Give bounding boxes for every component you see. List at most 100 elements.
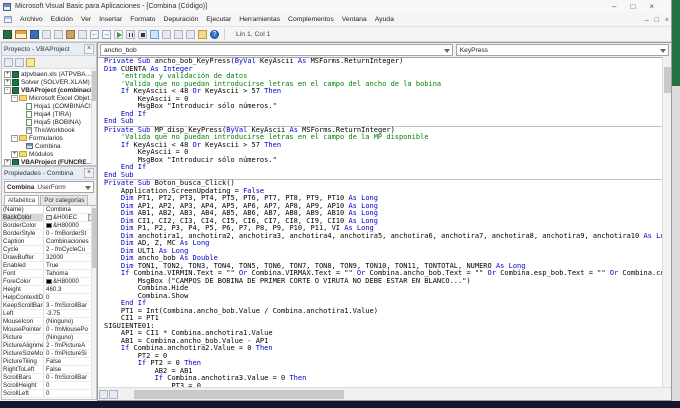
project-close-icon[interactable]: × [84, 44, 94, 54]
view-code-icon[interactable] [4, 57, 13, 67]
cut-icon[interactable] [42, 29, 51, 39]
object-selector-combo[interactable]: Combina UserForm [4, 181, 94, 193]
property-row[interactable]: ScrollBars 0 - fmScrollBar [2, 374, 96, 382]
property-value[interactable]: &H00EC▾ [44, 214, 96, 221]
expand-icon[interactable]: + [4, 70, 11, 78]
property-value[interactable]: 0 [44, 390, 96, 397]
insert-userform-icon[interactable] [15, 29, 27, 39]
tab-categorized[interactable]: Por categorías [40, 195, 89, 205]
horizontal-scroll-thumb[interactable] [134, 390, 344, 399]
collapse-icon[interactable]: - [11, 94, 18, 102]
property-value[interactable]: 2 - fmPictureA [44, 342, 96, 349]
property-value[interactable]: 0 - fmMousePo [44, 326, 96, 333]
object-combo[interactable]: ancho_bob [100, 44, 453, 56]
copy-icon[interactable] [54, 29, 63, 39]
tree-item[interactable]: Hoja4 (TIRA) [2, 110, 96, 118]
property-row[interactable]: MousePointer 0 - fmMousePo [2, 326, 96, 334]
property-row[interactable]: PictureSizeMode0 - fmPictureSi [2, 350, 96, 358]
property-value[interactable]: 0 - fmPictureSi [44, 350, 96, 357]
property-value[interactable]: 3 - fmScrollBar [44, 302, 96, 309]
property-value[interactable]: &H80000 [44, 222, 96, 229]
property-row[interactable]: BorderStyle 0 - fmBorderSt [2, 230, 96, 238]
child-minimize-button[interactable]: – [645, 17, 649, 24]
property-row[interactable]: Enabled True [2, 262, 96, 270]
menu-formato[interactable]: Formato [126, 16, 159, 23]
property-row[interactable]: BackColor&H00EC▾ [2, 214, 96, 222]
properties-scrollbar[interactable] [91, 206, 96, 399]
tree-item[interactable]: Hoja1 (COMBINACIO [2, 102, 96, 110]
minimize-button[interactable]: – [612, 2, 616, 11]
property-value[interactable]: 2 - fmCycleCu [44, 246, 96, 253]
help-icon[interactable]: ? [210, 29, 219, 39]
menu-insertar[interactable]: Insertar [95, 16, 126, 23]
tree-item[interactable]: + VBAProject (FUNCRES.XL [2, 158, 96, 165]
menu-depuracion[interactable]: Depuración [160, 16, 203, 23]
property-row[interactable]: PictureAlignmen 2 - fmPictureA [2, 342, 96, 350]
tab-alphabetic[interactable]: Alfabética [4, 195, 40, 205]
paste-icon[interactable] [66, 29, 75, 39]
properties-window-icon[interactable] [174, 29, 183, 39]
procedure-view-icon[interactable] [99, 389, 108, 399]
menu-ventana[interactable]: Ventana [338, 16, 371, 23]
vertical-scroll-thumb[interactable] [664, 67, 671, 93]
property-row[interactable]: BorderColor &H80000 [2, 222, 96, 230]
procedure-combo[interactable]: KeyPress [455, 44, 669, 56]
property-row[interactable]: RightToLeft False [2, 366, 96, 374]
tree-item[interactable]: Hoja5 (BOBINA) [2, 118, 96, 126]
property-row[interactable]: ScrollLeft 0 [2, 390, 96, 398]
property-value[interactable]: -3.75 [44, 310, 96, 317]
redo-icon[interactable]: → [102, 29, 111, 39]
expand-icon[interactable]: + [4, 78, 11, 86]
property-row[interactable]: Picture (Ninguno) [2, 334, 96, 342]
maximize-button[interactable]: □ [630, 2, 635, 11]
property-value[interactable]: 0 - fmBorderSt [44, 230, 96, 237]
child-restore-button[interactable]: □ [655, 17, 659, 24]
save-icon[interactable] [30, 29, 39, 39]
break-icon[interactable] [126, 29, 135, 39]
property-row[interactable]: Caption Combinaciones [2, 238, 96, 246]
full-module-view-icon[interactable] [109, 389, 118, 399]
menu-ayuda[interactable]: Ayuda [371, 16, 398, 23]
find-icon[interactable] [78, 29, 87, 39]
menu-complementos[interactable]: Complementos [284, 16, 338, 23]
view-object-icon[interactable] [15, 57, 24, 67]
tree-item[interactable]: - Formularios [2, 134, 96, 142]
property-row[interactable]: PictureTiling False [2, 358, 96, 366]
tree-item[interactable]: - Microsoft Excel Objetos [2, 94, 96, 102]
property-value[interactable]: True [44, 262, 96, 269]
property-value[interactable]: (Ninguno) [44, 334, 96, 341]
design-mode-icon[interactable] [150, 29, 159, 39]
project-explorer-icon[interactable] [162, 29, 171, 39]
property-row[interactable]: DrawBuffer 32000 [2, 254, 96, 262]
title-bar[interactable]: Microsoft Visual Basic para Aplicaciones… [0, 0, 671, 13]
child-window-icon[interactable] [4, 16, 12, 23]
property-row[interactable]: MouseIcon (Ninguno) [2, 318, 96, 326]
tree-item[interactable]: + atpvbaen.xls (ATPVBAEN.X [2, 70, 96, 78]
property-row[interactable]: Cycle 2 - fmCycleCu [2, 246, 96, 254]
property-row[interactable]: (Name) Combina [2, 206, 96, 214]
property-value[interactable]: Tahoma [44, 270, 96, 277]
menu-archivo[interactable]: Archivo [16, 16, 47, 23]
project-scrollbar[interactable] [91, 69, 96, 165]
property-value[interactable]: 0 [44, 382, 96, 389]
tree-item[interactable]: ThisWorkbook [2, 126, 96, 134]
properties-close-icon[interactable]: × [84, 168, 94, 178]
menu-edicion[interactable]: Edición [47, 16, 77, 23]
property-value[interactable]: 0 [44, 294, 96, 301]
property-value[interactable]: False [44, 358, 96, 365]
tree-item[interactable]: Combina [2, 142, 96, 150]
collapse-icon[interactable]: - [4, 86, 11, 94]
expand-icon[interactable]: + [11, 150, 18, 158]
property-row[interactable]: ScrollHeight 0 [2, 382, 96, 390]
property-row[interactable]: ForeColor &H80000 [2, 278, 96, 286]
property-value[interactable]: &H80000 [44, 278, 96, 285]
property-row[interactable]: Font Tahoma [2, 270, 96, 278]
reset-icon[interactable] [138, 29, 147, 39]
undo-icon[interactable]: ← [90, 29, 99, 39]
collapse-icon[interactable]: - [11, 134, 18, 142]
toolbox-icon[interactable] [198, 29, 207, 39]
expand-icon[interactable]: + [4, 158, 11, 165]
toggle-folders-icon[interactable] [26, 57, 35, 67]
tree-item[interactable]: - VBAProject (combinacio [2, 86, 96, 94]
property-value[interactable]: 32000 [44, 254, 96, 261]
